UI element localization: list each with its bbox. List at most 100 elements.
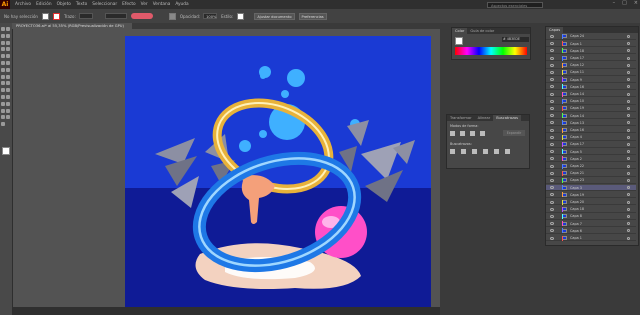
target-icon[interactable] — [627, 135, 630, 139]
layer-row[interactable]: Capa 16 — [546, 84, 636, 91]
eye-icon[interactable] — [550, 207, 554, 211]
layer-name[interactable]: Capa 1 — [570, 236, 582, 240]
layer-row[interactable]: Capa 11 — [546, 69, 636, 76]
layer-row[interactable]: Capa 17 — [546, 141, 636, 148]
target-icon[interactable] — [627, 128, 630, 132]
graphic-style-swatch[interactable] — [237, 12, 245, 20]
eye-icon[interactable] — [550, 164, 554, 168]
target-icon[interactable] — [627, 186, 630, 190]
tab-align[interactable]: Alinear — [475, 115, 494, 121]
layer-name[interactable]: Capa 5 — [570, 150, 582, 154]
line-tool-icon[interactable] — [6, 47, 10, 52]
target-icon[interactable] — [627, 121, 630, 125]
tab-pathfinder[interactable]: Buscatrazos — [493, 115, 522, 121]
layer-name[interactable]: Capa 18 — [570, 49, 584, 53]
layer-row[interactable]: Capa 2 — [546, 156, 636, 163]
layer-name[interactable]: Capa 20 — [570, 200, 584, 204]
layer-name[interactable]: Capa 19 — [570, 106, 584, 110]
layer-row[interactable]: Capa 14 — [546, 91, 636, 98]
layer-row[interactable]: Capa 1 — [546, 41, 636, 48]
target-icon[interactable] — [627, 150, 630, 154]
layer-row[interactable]: Capa 8 — [546, 213, 636, 220]
target-icon[interactable] — [627, 85, 630, 89]
eye-icon[interactable] — [550, 222, 554, 226]
eye-icon[interactable] — [550, 157, 554, 161]
column-graph-tool-icon[interactable] — [1, 108, 5, 113]
variable-width-profile[interactable] — [104, 13, 127, 19]
layer-row[interactable]: Capa 22 — [546, 163, 636, 170]
layer-row[interactable]: Capa 1 — [546, 235, 636, 242]
minus-back-icon[interactable] — [505, 149, 510, 154]
layer-row[interactable]: Capa 19 — [546, 192, 636, 199]
fill-swatch-panel[interactable] — [455, 37, 463, 45]
eye-icon[interactable] — [550, 171, 554, 175]
target-icon[interactable] — [627, 78, 630, 82]
minus-front-icon[interactable] — [460, 131, 465, 136]
menu-ventana[interactable]: Ventana — [153, 2, 171, 7]
tab-transform[interactable]: Transformar — [447, 115, 475, 121]
target-icon[interactable] — [627, 214, 630, 218]
target-icon[interactable] — [627, 142, 630, 146]
target-icon[interactable] — [627, 171, 630, 175]
outline-icon[interactable] — [494, 149, 499, 154]
eye-icon[interactable] — [550, 229, 554, 233]
free-transform-tool-icon[interactable] — [1, 81, 5, 86]
layer-name[interactable]: Capa 11 — [570, 70, 584, 74]
menu-ayuda[interactable]: Ayuda — [175, 2, 188, 7]
pencil-tool-icon[interactable] — [6, 61, 10, 65]
eye-icon[interactable] — [550, 150, 554, 154]
exclude-icon[interactable] — [480, 131, 485, 136]
eye-icon[interactable] — [550, 214, 554, 218]
eye-icon[interactable] — [550, 193, 554, 197]
opacity-label[interactable]: Opacidad: — [180, 14, 200, 19]
shape-builder-tool-icon[interactable] — [6, 81, 10, 86]
rectangle-tool-icon[interactable] — [1, 54, 5, 59]
blend-tool-icon[interactable] — [1, 101, 5, 106]
layer-name[interactable]: Capa 12 — [570, 63, 584, 67]
scale-tool-icon[interactable] — [1, 74, 5, 79]
eye-icon[interactable] — [550, 121, 554, 125]
target-icon[interactable] — [627, 236, 630, 240]
slice-tool-icon[interactable] — [1, 115, 5, 120]
target-icon[interactable] — [627, 114, 630, 118]
layer-row[interactable]: Capa 17 — [546, 55, 636, 62]
tab-layers[interactable]: Capas — [546, 27, 564, 33]
eye-icon[interactable] — [550, 200, 554, 204]
curvature-tool-icon[interactable] — [6, 40, 10, 45]
pen-tool-icon[interactable] — [1, 40, 5, 45]
target-icon[interactable] — [627, 42, 630, 46]
menu-objeto[interactable]: Objeto — [57, 2, 71, 7]
eye-icon[interactable] — [550, 186, 554, 190]
artboard[interactable] — [125, 36, 431, 312]
target-icon[interactable] — [627, 34, 630, 38]
layer-name[interactable]: Capa 17 — [570, 56, 584, 60]
layer-row[interactable]: Capa 21 — [546, 170, 636, 177]
tab-color[interactable]: Color — [452, 28, 468, 34]
perspective-tool-icon[interactable] — [1, 88, 5, 93]
brush-preview[interactable] — [130, 13, 153, 19]
target-icon[interactable] — [627, 70, 630, 74]
layer-name[interactable]: Capa 6 — [570, 229, 582, 233]
layer-row[interactable]: Capa 14 — [546, 113, 636, 120]
eye-icon[interactable] — [550, 34, 554, 38]
layer-name[interactable]: Capa 2 — [570, 157, 582, 161]
expand-button[interactable]: Expandir — [503, 130, 525, 136]
target-icon[interactable] — [627, 164, 630, 168]
stroke-swatch[interactable] — [52, 12, 60, 20]
layer-row[interactable]: Capa 12 — [546, 62, 636, 69]
target-icon[interactable] — [627, 229, 630, 233]
symbol-sprayer-tool-icon[interactable] — [6, 101, 10, 106]
workspace-search[interactable]: Aspectos esenciales clásicos — [487, 1, 543, 14]
target-icon[interactable] — [627, 63, 630, 67]
shaper-tool-icon[interactable] — [1, 61, 5, 65]
eye-icon[interactable] — [550, 42, 554, 46]
eye-icon[interactable] — [550, 56, 554, 60]
direct-selection-tool-icon[interactable] — [6, 27, 10, 31]
layer-name[interactable]: Capa 3 — [570, 186, 582, 190]
layer-name[interactable]: Capa 10 — [570, 99, 584, 103]
unite-icon[interactable] — [450, 131, 455, 136]
mesh-tool-icon[interactable] — [6, 88, 10, 93]
trim-icon[interactable] — [461, 149, 466, 154]
close-icon[interactable]: × — [634, 0, 638, 6]
eye-icon[interactable] — [550, 236, 554, 240]
